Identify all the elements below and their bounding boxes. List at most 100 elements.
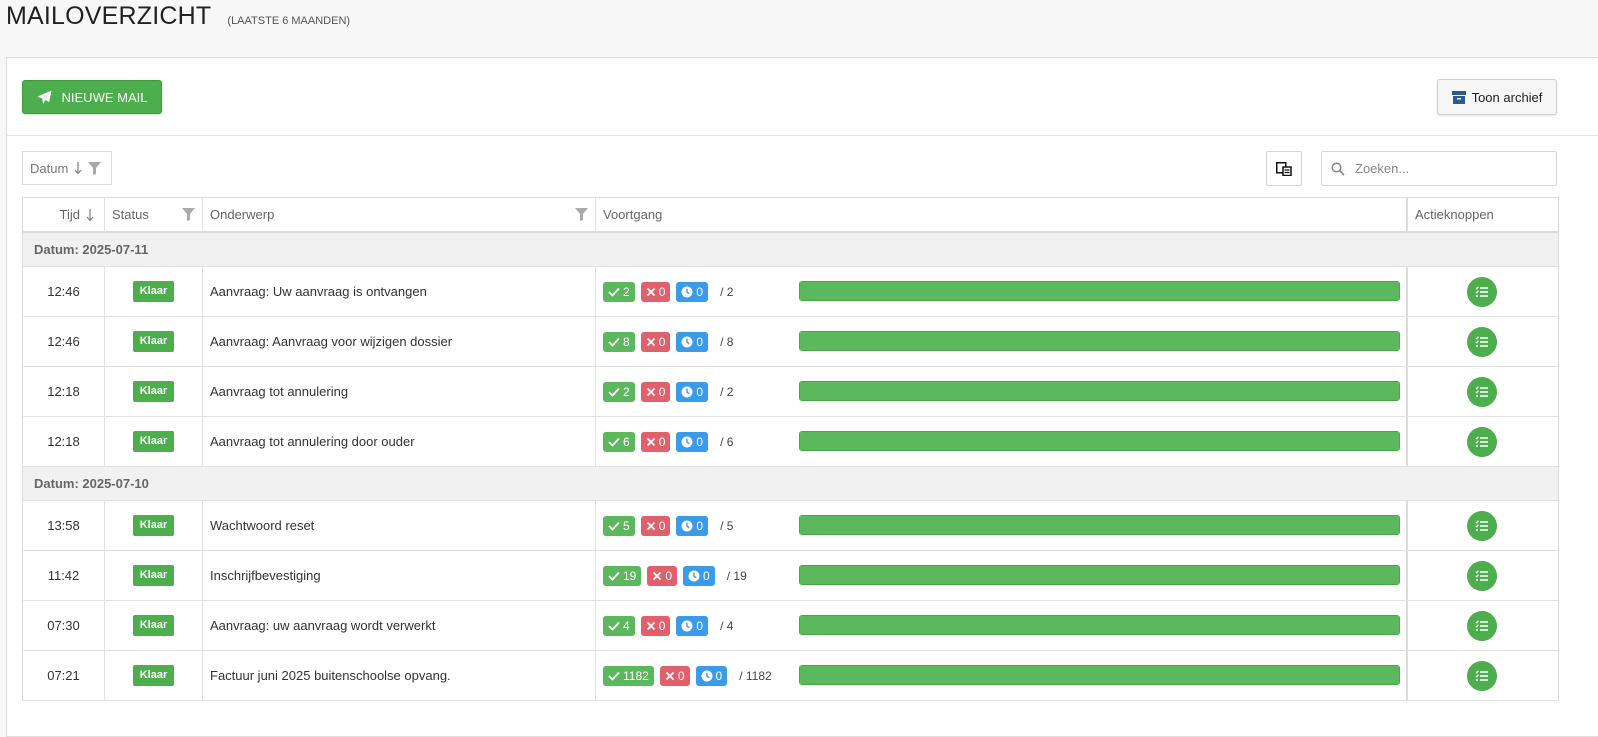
column-header-time[interactable]: Tijd — [23, 198, 105, 231]
total-count: / 6 — [720, 434, 734, 449]
progress-cell: 6 0 0 / 6 — [596, 417, 1408, 466]
progress-cell: 1182 0 0 / 1182 — [596, 651, 1408, 700]
cross-icon — [665, 671, 675, 681]
details-button[interactable] — [1467, 610, 1497, 641]
search-input[interactable] — [1353, 160, 1547, 177]
table-row[interactable]: 12:46 Klaar Aanvraag: Aanvraag voor wijzig… — [23, 317, 1558, 367]
search-box[interactable] — [1321, 151, 1557, 186]
progress-cell: 2 0 0 / 2 — [596, 367, 1408, 416]
column-chooser-button[interactable] — [1266, 151, 1302, 186]
table-row[interactable]: 07:30 Klaar Aanvraag: uw aanvraag wordt ve… — [23, 601, 1558, 651]
sent-count: 6 — [623, 434, 630, 449]
progress-bar — [799, 281, 1400, 301]
failed-count: 0 — [658, 518, 666, 533]
status-cell: Klaar — [105, 651, 203, 700]
pending-count: 0 — [696, 518, 704, 533]
status-badge: Klaar — [132, 281, 175, 302]
pending-count: 0 — [696, 334, 704, 349]
table-row[interactable]: 12:18 Klaar Aanvraag tot annulering 2 0 0 / 2 — [23, 367, 1558, 417]
sent-count-badge: 2 — [603, 281, 635, 302]
failed-count-badge: 0 — [647, 565, 678, 586]
show-archive-label: Toon archief — [1471, 89, 1543, 105]
subject-cell: Inschrijfbevestiging — [203, 551, 596, 600]
table-row[interactable]: 11:42 Klaar Inschrijfbevestiging 19 0 0 / 19 — [23, 551, 1558, 601]
failed-count-badge: 0 — [659, 665, 690, 686]
column-header-actions: Actieknoppen — [1408, 198, 1556, 231]
pending-count-badge: 0 — [676, 515, 709, 536]
status-badge: Klaar — [132, 381, 175, 402]
clock-icon — [681, 520, 693, 532]
progress-bar — [799, 381, 1400, 401]
check-icon — [608, 287, 620, 297]
clock-icon — [681, 336, 693, 348]
page-subtitle: (LAATSTE 6 MAANDEN) — [227, 15, 351, 27]
column-header-time-label: Tijd — [59, 207, 80, 222]
details-button[interactable] — [1467, 510, 1497, 541]
status-badge: Klaar — [132, 565, 175, 586]
clock-icon — [681, 620, 693, 632]
column-header-progress[interactable]: Voortgang — [596, 198, 1408, 231]
column-header-status-label: Status — [112, 207, 149, 222]
panel-toolbar: NIEUWE MAIL Toon archief — [7, 58, 1598, 136]
details-button[interactable] — [1467, 376, 1497, 407]
time-value: 13:58 — [47, 518, 80, 533]
grid-body: Datum: 2025-07-11 12:46 Klaar Aanvraag: Uw … — [23, 233, 1558, 701]
status-cell: Klaar — [105, 601, 203, 650]
column-header-status[interactable]: Status — [105, 198, 203, 231]
table-row[interactable]: 13:58 Klaar Wachtwoord reset 5 0 0 / 5 — [23, 501, 1558, 551]
new-mail-button[interactable]: NIEUWE MAIL — [22, 80, 162, 114]
subject-cell: Aanvraag: Aanvraag voor wijzigen dossier — [203, 317, 596, 366]
failed-count: 0 — [658, 284, 666, 299]
subject-cell: Aanvraag: Uw aanvraag is ontvangen — [203, 267, 596, 316]
pending-count-badge: 0 — [676, 331, 709, 352]
filter-icon[interactable] — [575, 208, 588, 221]
sort-down-icon — [74, 161, 82, 175]
table-row[interactable]: 12:18 Klaar Aanvraag tot annulering door o… — [23, 417, 1558, 467]
time-value: 07:21 — [47, 668, 80, 683]
filter-icon[interactable] — [182, 208, 195, 221]
group-header-row[interactable]: Datum: 2025-07-11 — [23, 233, 1558, 267]
progress-cell: 5 0 0 / 5 — [596, 501, 1408, 550]
subject-text: Aanvraag: Uw aanvraag is ontvangen — [210, 284, 427, 299]
details-button[interactable] — [1467, 326, 1497, 357]
actions-cell — [1408, 651, 1556, 700]
table-row[interactable]: 12:46 Klaar Aanvraag: Uw aanvraag is ontva… — [23, 267, 1558, 317]
progress-bar — [799, 565, 1400, 585]
table-row[interactable]: 07:21 Klaar Factuur juni 2025 buitenschool… — [23, 651, 1558, 701]
subject-text: Aanvraag tot annulering — [210, 384, 349, 399]
pending-count-badge: 0 — [683, 565, 715, 586]
subject-cell: Wachtwoord reset — [203, 501, 596, 550]
show-archive-button[interactable]: Toon archief — [1437, 79, 1557, 115]
cross-icon — [646, 287, 656, 297]
pending-count: 0 — [696, 434, 704, 449]
failed-count: 0 — [658, 334, 666, 349]
cross-icon — [646, 521, 656, 531]
filter-icon[interactable] — [88, 161, 102, 175]
details-button[interactable] — [1467, 426, 1497, 457]
time-cell: 13:58 — [23, 501, 105, 550]
clock-icon — [681, 386, 693, 398]
tasks-list-icon — [1475, 435, 1489, 448]
details-button[interactable] — [1467, 276, 1497, 307]
clock-icon — [688, 570, 700, 582]
subject-text: Aanvraag: uw aanvraag wordt verwerkt — [210, 618, 436, 633]
failed-count-badge: 0 — [640, 615, 671, 636]
pending-count-badge: 0 — [676, 615, 709, 636]
cross-icon — [652, 571, 662, 581]
group-header-row[interactable]: Datum: 2025-07-10 — [23, 467, 1558, 501]
sort-control[interactable]: Datum — [22, 151, 112, 185]
time-cell: 12:46 — [23, 267, 105, 316]
total-count: / 19 — [726, 568, 747, 583]
grid-header: Tijd Status Onderwerp Voortgang Actiekno… — [23, 197, 1558, 233]
progress-bar-fill — [800, 666, 1399, 684]
failed-count: 0 — [658, 434, 666, 449]
details-button[interactable] — [1467, 560, 1497, 591]
pending-count-badge: 0 — [676, 381, 709, 402]
column-header-subject[interactable]: Onderwerp — [203, 198, 596, 231]
time-cell: 12:18 — [23, 417, 105, 466]
sent-count: 8 — [623, 334, 630, 349]
time-value: 12:18 — [47, 434, 80, 449]
details-button[interactable] — [1467, 660, 1497, 691]
subject-text: Factuur juni 2025 buitenschoolse opvang. — [210, 668, 451, 683]
subject-cell: Factuur juni 2025 buitenschoolse opvang. — [203, 651, 596, 700]
